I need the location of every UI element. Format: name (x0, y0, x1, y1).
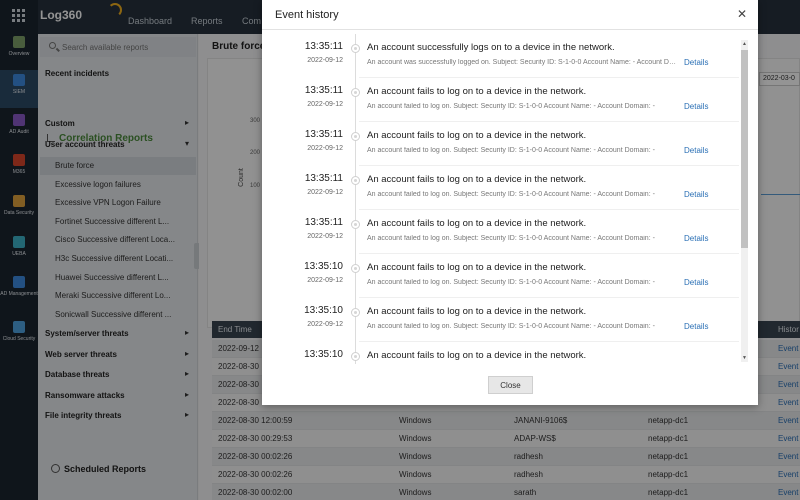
event-list-scrollbar[interactable]: ▲ ▼ (741, 40, 748, 362)
details-link[interactable]: Details (684, 102, 708, 111)
event-detail: An account failed to log on. Subject: Se… (367, 191, 655, 198)
details-link[interactable]: Details (684, 234, 708, 243)
event-item: 13:35:11 2022-09-12 An account fails to lo… (262, 122, 740, 166)
details-link[interactable]: Details (684, 58, 708, 67)
close-icon[interactable]: ✕ (735, 7, 749, 21)
event-detail: An account failed to log on. Subject: Se… (367, 235, 655, 242)
event-date: 2022-09-12 (307, 233, 343, 240)
event-date: 2022-09-12 (307, 277, 343, 284)
event-time: 13:35:11 (304, 217, 343, 228)
timeline-dot-icon (351, 88, 360, 97)
event-detail: An account failed to log on. Subject: Se… (367, 323, 655, 330)
timeline-dot-icon (351, 352, 360, 361)
event-time: 13:35:10 (304, 261, 343, 272)
details-link[interactable]: Details (684, 146, 708, 155)
scroll-down-icon[interactable]: ▼ (741, 354, 748, 362)
event-message: An account fails to log on to a device i… (367, 262, 587, 273)
event-detail: An account was successfully logged on. S… (367, 59, 679, 66)
event-time: 13:35:11 (304, 85, 343, 96)
timeline-dot-icon (351, 220, 360, 229)
event-date: 2022-09-12 (307, 321, 343, 328)
event-message: An account fails to log on to a device i… (367, 306, 587, 317)
event-item: 13:35:10 2022-09-12 An account fails to lo… (262, 254, 740, 298)
event-list: 13:35:11 2022-09-12 An account successfull… (262, 34, 740, 364)
timeline-dot-icon (351, 308, 360, 317)
event-message: An account fails to log on to a device i… (367, 174, 587, 185)
event-date: 2022-09-12 (307, 189, 343, 196)
event-time: 13:35:11 (304, 41, 343, 52)
event-message: An account fails to log on to a device i… (367, 350, 587, 361)
event-date: 2022-09-12 (307, 145, 343, 152)
event-date: 2022-09-12 (307, 101, 343, 108)
event-time: 13:35:11 (304, 129, 343, 140)
event-message: An account successfully logs on to a dev… (367, 42, 615, 53)
event-item: 13:35:102022-09-12An account fails to lo… (262, 342, 740, 364)
timeline-dot-icon (351, 44, 360, 53)
dialog-divider (262, 29, 758, 30)
event-item: 13:35:10 2022-09-12 An account fails to lo… (262, 298, 740, 342)
event-detail: An account failed to log on. Subject: Se… (367, 103, 655, 110)
timeline-dot-icon (351, 264, 360, 273)
event-item: 13:35:11 2022-09-12 An account fails to lo… (262, 78, 740, 122)
event-time: 13:35:10 (304, 349, 343, 360)
event-message: An account fails to log on to a device i… (367, 86, 587, 97)
timeline-dot-icon (351, 176, 360, 185)
event-item: 13:35:11 2022-09-12 An account fails to lo… (262, 166, 740, 210)
event-message: An account fails to log on to a device i… (367, 130, 587, 141)
details-link[interactable]: Details (684, 278, 708, 287)
scrollbar-thumb[interactable] (741, 50, 748, 248)
event-date: 2022-09-12 (307, 57, 343, 64)
details-link[interactable]: Details (684, 322, 708, 331)
scroll-up-icon[interactable]: ▲ (741, 40, 748, 48)
details-link[interactable]: Details (684, 190, 708, 199)
event-detail: An account failed to log on. Subject: Se… (367, 147, 655, 154)
event-item: 13:35:11 2022-09-12 An account fails to lo… (262, 210, 740, 254)
event-time: 13:35:10 (304, 305, 343, 316)
close-button[interactable]: Close (488, 376, 533, 394)
dialog-title: Event history (275, 9, 339, 21)
timeline-dot-icon (351, 132, 360, 141)
event-message: An account fails to log on to a device i… (367, 218, 587, 229)
event-item: 13:35:11 2022-09-12 An account successfull… (262, 34, 740, 78)
event-time: 13:35:11 (304, 173, 343, 184)
event-history-dialog: Event history ✕ 13:35:11 2022-09-12 An acc… (262, 0, 758, 405)
event-detail: An account failed to log on. Subject: Se… (367, 279, 655, 286)
